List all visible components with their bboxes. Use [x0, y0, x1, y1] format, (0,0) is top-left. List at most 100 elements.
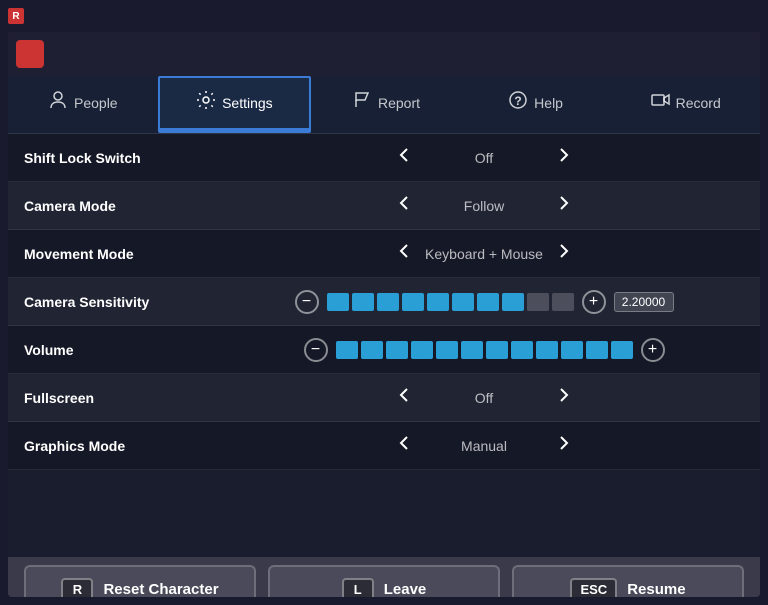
- volume-segment-11: [611, 341, 633, 359]
- graphics-mode-value: Manual: [424, 438, 544, 454]
- tab-settings[interactable]: Settings: [158, 76, 312, 133]
- leave-label: Leave: [384, 581, 427, 598]
- fullscreen-right-arrow[interactable]: [552, 385, 576, 410]
- tab-record[interactable]: Record: [610, 76, 760, 133]
- titlebar-controls: [686, 5, 760, 27]
- camera-sensitivity-segment-5: [452, 293, 474, 311]
- report-icon: [352, 90, 372, 115]
- setting-control-graphics-mode: Manual: [224, 433, 744, 458]
- volume-segment-8: [536, 341, 558, 359]
- camera-sensitivity-track[interactable]: [327, 293, 574, 311]
- titlebar-left: R: [8, 8, 30, 24]
- volume-segment-7: [511, 341, 533, 359]
- movement-mode-left-arrow[interactable]: [392, 241, 416, 266]
- volume-track[interactable]: [336, 341, 633, 359]
- camera-sensitivity-segment-1: [352, 293, 374, 311]
- setting-label-shift-lock: Shift Lock Switch: [24, 150, 224, 166]
- setting-row-camera-sensitivity: Camera Sensitivity − +2.20000: [8, 278, 760, 326]
- camera-sensitivity-segment-3: [402, 293, 424, 311]
- setting-label-graphics-mode: Graphics Mode: [24, 438, 224, 454]
- settings-content: Shift Lock Switch Off Camera Mode Follow Mov…: [8, 134, 760, 557]
- camera-sensitivity-minus-btn[interactable]: −: [295, 290, 319, 314]
- settings-icon: [196, 90, 216, 115]
- app-icon: R: [8, 8, 24, 24]
- setting-row-shift-lock: Shift Lock Switch Off: [8, 134, 760, 182]
- resume-key-badge: ESC: [570, 578, 617, 598]
- camera-sensitivity-segment-2: [377, 293, 399, 311]
- titlebar: R: [0, 0, 768, 32]
- volume-minus-btn[interactable]: −: [304, 338, 328, 362]
- tab-people-label: People: [74, 95, 118, 111]
- leave-button[interactable]: L Leave: [268, 565, 500, 597]
- camera-mode-right-arrow[interactable]: [552, 193, 576, 218]
- tab-report-label: Report: [378, 95, 420, 111]
- setting-row-graphics-mode: Graphics Mode Manual: [8, 422, 760, 470]
- close-window-button[interactable]: [738, 5, 760, 27]
- reset-label: Reset Character: [103, 581, 218, 598]
- camera-sensitivity-segment-6: [477, 293, 499, 311]
- shift-lock-value: Off: [424, 150, 544, 166]
- setting-control-volume: −+: [224, 338, 744, 362]
- volume-plus-btn[interactable]: +: [641, 338, 665, 362]
- minimize-button[interactable]: [686, 5, 708, 27]
- setting-row-fullscreen: Fullscreen Off: [8, 374, 760, 422]
- camera-sensitivity-segment-8: [527, 293, 549, 311]
- setting-control-camera-mode: Follow: [224, 193, 744, 218]
- graphics-mode-right-arrow[interactable]: [552, 433, 576, 458]
- close-btn-area: [8, 32, 760, 76]
- volume-segment-2: [386, 341, 408, 359]
- tab-report[interactable]: Report: [311, 76, 461, 133]
- tab-people[interactable]: People: [8, 76, 158, 133]
- close-menu-button[interactable]: [16, 40, 44, 68]
- camera-mode-value: Follow: [424, 198, 544, 214]
- volume-segment-10: [586, 341, 608, 359]
- main-window: People Settings Report ? Help Record Shi…: [8, 32, 760, 597]
- svg-text:?: ?: [515, 94, 522, 108]
- fullscreen-left-arrow[interactable]: [392, 385, 416, 410]
- people-icon: [48, 90, 68, 115]
- camera-sensitivity-segment-7: [502, 293, 524, 311]
- record-icon: [650, 90, 670, 115]
- setting-control-camera-sensitivity: − +2.20000: [224, 290, 744, 314]
- tab-record-label: Record: [676, 95, 721, 111]
- bottom-bar: R Reset Character L Leave ESC Resume: [8, 557, 760, 597]
- setting-label-fullscreen: Fullscreen: [24, 390, 224, 406]
- tab-help[interactable]: ? Help: [461, 76, 611, 133]
- setting-row-camera-mode: Camera Mode Follow: [8, 182, 760, 230]
- leave-key-badge: L: [342, 578, 374, 598]
- movement-mode-right-arrow[interactable]: [552, 241, 576, 266]
- graphics-mode-left-arrow[interactable]: [392, 433, 416, 458]
- camera-sensitivity-plus-btn[interactable]: +: [582, 290, 606, 314]
- movement-mode-value: Keyboard + Mouse: [424, 246, 544, 262]
- setting-label-volume: Volume: [24, 342, 224, 358]
- camera-sensitivity-value-box: 2.20000: [614, 292, 674, 312]
- tab-settings-label: Settings: [222, 95, 273, 111]
- camera-sensitivity-segment-0: [327, 293, 349, 311]
- camera-sensitivity-segment-4: [427, 293, 449, 311]
- setting-label-camera-mode: Camera Mode: [24, 198, 224, 214]
- nav-tabs: People Settings Report ? Help Record: [8, 76, 760, 134]
- resume-button[interactable]: ESC Resume: [512, 565, 744, 597]
- camera-sensitivity-segment-9: [552, 293, 574, 311]
- volume-segment-5: [461, 341, 483, 359]
- maximize-button[interactable]: [712, 5, 734, 27]
- setting-control-fullscreen: Off: [224, 385, 744, 410]
- volume-segment-3: [411, 341, 433, 359]
- shift-lock-right-arrow[interactable]: [552, 145, 576, 170]
- setting-label-camera-sensitivity: Camera Sensitivity: [24, 294, 224, 310]
- volume-segment-4: [436, 341, 458, 359]
- setting-row-volume: Volume−+: [8, 326, 760, 374]
- setting-control-movement-mode: Keyboard + Mouse: [224, 241, 744, 266]
- volume-segment-9: [561, 341, 583, 359]
- resume-label: Resume: [627, 581, 685, 598]
- reset-button[interactable]: R Reset Character: [24, 565, 256, 597]
- setting-label-movement-mode: Movement Mode: [24, 246, 224, 262]
- shift-lock-left-arrow[interactable]: [392, 145, 416, 170]
- volume-segment-0: [336, 341, 358, 359]
- help-icon: ?: [508, 90, 528, 115]
- reset-key-badge: R: [61, 578, 93, 598]
- tab-help-label: Help: [534, 95, 563, 111]
- setting-control-shift-lock: Off: [224, 145, 744, 170]
- camera-mode-left-arrow[interactable]: [392, 193, 416, 218]
- fullscreen-value: Off: [424, 390, 544, 406]
